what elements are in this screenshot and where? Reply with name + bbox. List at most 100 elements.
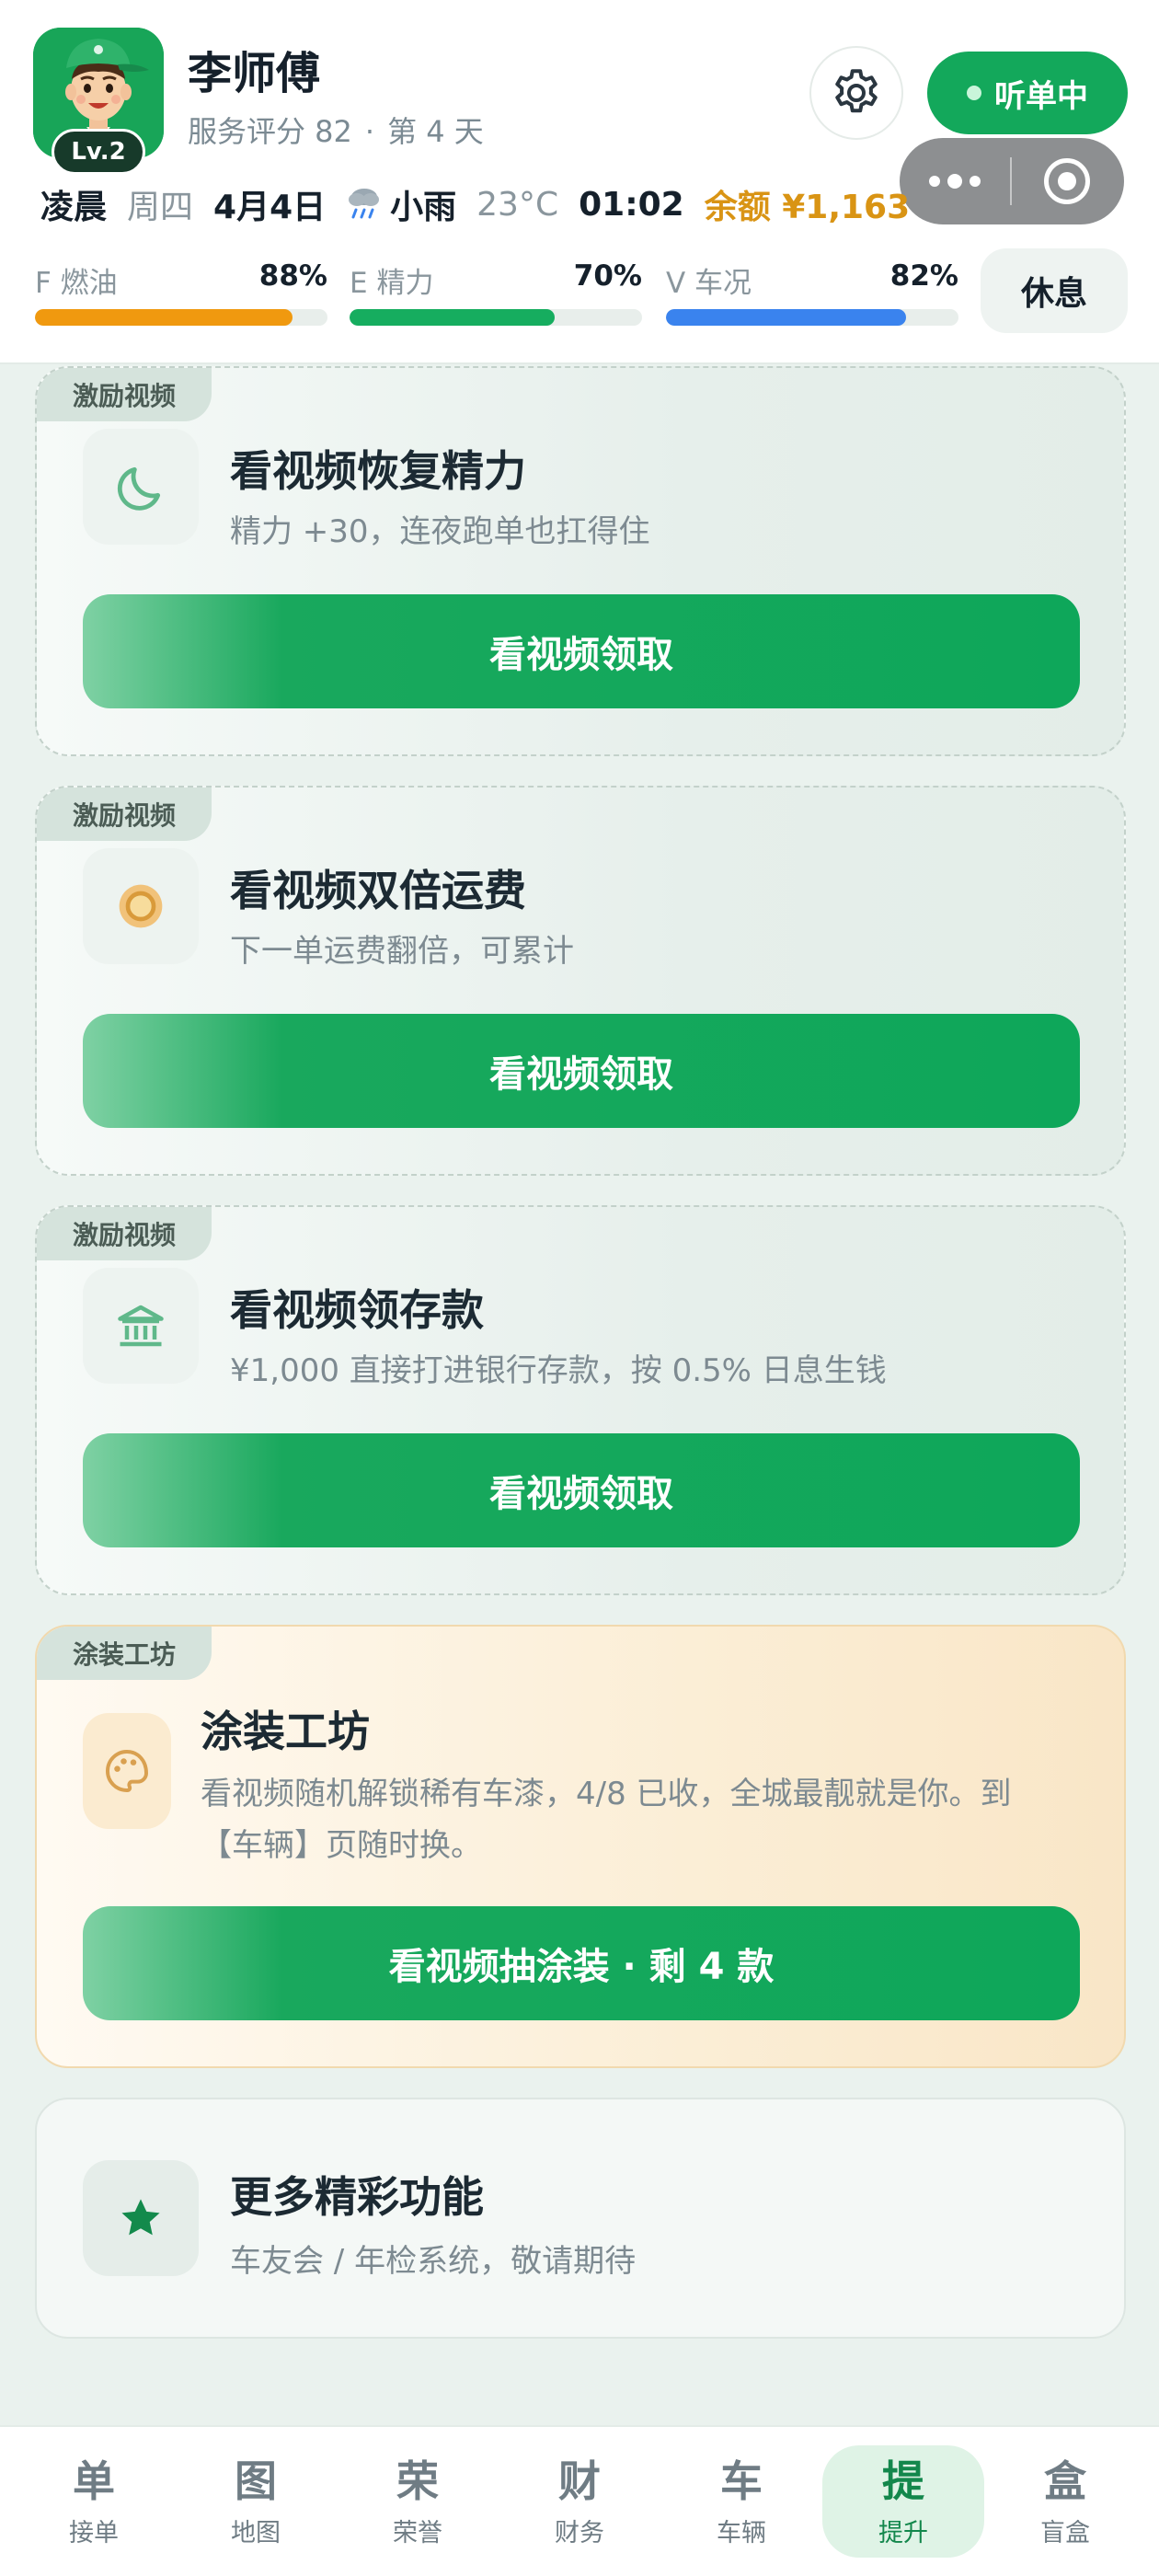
listening-status-button[interactable]: 听单中 xyxy=(927,52,1128,134)
card-title: 更多精彩功能 xyxy=(230,2172,484,2222)
dot-icon xyxy=(947,174,962,189)
map-icon: 图 xyxy=(235,2455,277,2506)
bottom-navigation: 单 接单 图 地图 荣 荣誉 财 财务 车 车辆 提 提升 盒 盲盒 xyxy=(0,2425,1159,2576)
clock-time: 01:02 xyxy=(579,185,684,224)
stat-label: E 精力 xyxy=(350,267,434,300)
card-icon-box xyxy=(83,2160,199,2276)
nav-item-vehicle[interactable]: 车 车辆 xyxy=(660,2445,822,2558)
dot-icon xyxy=(970,176,981,187)
nav-label: 地图 xyxy=(231,2518,281,2547)
nav-label: 车辆 xyxy=(717,2518,766,2547)
card-title: 看视频双倍运费 xyxy=(230,866,526,915)
card-title: 涂装工坊 xyxy=(201,1707,370,1756)
vehicle-stat: V 车况 82% xyxy=(666,259,958,333)
watch-video-claim-button[interactable]: 看视频领取 xyxy=(83,594,1080,708)
paint-workshop-card: 涂装工坊 涂装工坊 看视频随机解锁稀有车漆，4/8 已收，全城最靓就是你。到 【… xyxy=(35,1625,1126,2068)
date: 4月4日 xyxy=(213,189,327,226)
stat-label: V 车况 xyxy=(666,267,752,300)
avatar[interactable]: Lv.2 xyxy=(33,28,164,175)
driver-meta: 服务评分 82 · 第 4 天 xyxy=(188,109,484,151)
time-period: 凌晨 xyxy=(40,189,108,226)
temperature: 23°C xyxy=(476,185,559,224)
energy-progress-bar xyxy=(350,309,642,326)
settings-button[interactable] xyxy=(809,46,903,140)
card-description: 精力 +30，连夜跑单也扛得住 xyxy=(230,513,650,550)
card-description: 下一单运费翻倍，可累计 xyxy=(230,933,574,970)
bank-icon xyxy=(118,1305,164,1347)
gear-icon xyxy=(835,69,878,113)
live-dot-icon xyxy=(967,86,981,100)
moon-icon xyxy=(117,466,161,511)
nav-item-finance[interactable]: 财 财务 xyxy=(499,2445,660,2558)
reward-card-deposit: 激励视频 看视频领存款 ¥1,000 直接打进银行存款，按 0.5% 日息生钱 … xyxy=(35,1205,1126,1595)
card-tag: 涂装工坊 xyxy=(37,1627,212,1680)
watch-video-paint-button[interactable]: 看视频抽涂装 · 剩 4 款 xyxy=(83,1906,1080,2020)
fuel-stat: F 燃油 88% xyxy=(35,259,327,333)
card-tag: 激励视频 xyxy=(37,368,212,421)
stat-value: 70% xyxy=(573,259,642,293)
nav-label: 提升 xyxy=(878,2518,928,2547)
card-tag: 激励视频 xyxy=(37,788,212,841)
more-features-card[interactable]: 更多精彩功能 车友会 / 年检系统，敬请期待 xyxy=(35,2098,1126,2339)
nav-item-upgrade[interactable]: 提 提升 xyxy=(822,2445,984,2558)
watch-video-claim-button[interactable]: 看视频领取 xyxy=(83,1433,1080,1547)
card-icon-box xyxy=(83,1713,171,1829)
palette-icon xyxy=(106,1750,148,1792)
vehicle-icon: 车 xyxy=(720,2455,763,2506)
card-description-line: 【车辆】页随时换。 xyxy=(201,1827,482,1864)
nav-item-blindbox[interactable]: 盒 盲盒 xyxy=(984,2445,1146,2558)
orders-icon: 单 xyxy=(73,2455,115,2506)
header: Lv.2 李师傅 服务评分 82 · 第 4 天 听单中 凌晨 周四 4月4日 xyxy=(0,0,1159,364)
service-score: 服务评分 82 xyxy=(188,114,352,149)
star-icon xyxy=(121,2199,160,2236)
nav-label: 接单 xyxy=(69,2518,119,2547)
nav-label: 财务 xyxy=(555,2518,604,2547)
target-circle-icon xyxy=(1044,158,1090,204)
stat-value: 88% xyxy=(258,259,327,293)
balance: 余额 ¥1,163 xyxy=(704,189,911,226)
card-title: 看视频恢复精力 xyxy=(230,446,526,496)
meta-separator: · xyxy=(364,114,375,149)
nav-label: 荣誉 xyxy=(393,2518,442,2547)
card-description: 看视频随机解锁稀有车漆，4/8 已收，全城最靓就是你。到 【车辆】页随时换。 xyxy=(201,1768,1102,1871)
coin-icon xyxy=(119,884,163,928)
card-description: ¥1,000 直接打进银行存款，按 0.5% 日息生钱 xyxy=(230,1352,887,1389)
card-icon-box xyxy=(83,1268,199,1384)
upgrade-icon: 提 xyxy=(882,2455,924,2506)
nav-label: 盲盒 xyxy=(1040,2518,1090,2547)
card-tag: 激励视频 xyxy=(37,1207,212,1260)
listening-label: 听单中 xyxy=(994,77,1088,115)
nav-item-orders[interactable]: 单 接单 xyxy=(13,2445,175,2558)
day-count: 第 4 天 xyxy=(387,114,484,149)
energy-progress-fill xyxy=(350,309,555,326)
card-description-line: 看视频随机解锁稀有车漆，4/8 已收，全城最靓就是你。到 xyxy=(201,1776,1012,1812)
fuel-progress-fill xyxy=(35,309,293,326)
nav-item-honor[interactable]: 荣 荣誉 xyxy=(337,2445,499,2558)
vehicle-progress-bar xyxy=(666,309,958,326)
vehicle-progress-fill xyxy=(666,309,906,326)
close-miniprogram-button[interactable] xyxy=(1012,138,1122,224)
dot-icon xyxy=(929,176,940,187)
nav-item-map[interactable]: 图 地图 xyxy=(175,2445,337,2558)
driver-name: 李师傅 xyxy=(188,48,321,99)
weekday: 周四 xyxy=(127,189,194,226)
level-badge: Lv.2 xyxy=(52,129,145,175)
card-description: 车友会 / 年检系统，敬请期待 xyxy=(230,2243,637,2280)
energy-stat: E 精力 70% xyxy=(350,259,642,333)
blindbox-icon: 盒 xyxy=(1044,2455,1086,2506)
reward-card-double-fare: 激励视频 看视频双倍运费 下一单运费翻倍，可累计 看视频领取 xyxy=(35,786,1126,1176)
stat-value: 82% xyxy=(889,259,958,293)
card-icon-box xyxy=(83,429,199,545)
rest-button[interactable]: 休息 xyxy=(981,248,1128,333)
more-options-button[interactable] xyxy=(900,138,1010,224)
watch-video-claim-button[interactable]: 看视频领取 xyxy=(83,1014,1080,1128)
weather: 小雨 xyxy=(390,189,457,226)
card-icon-box xyxy=(83,848,199,964)
stat-label: F 燃油 xyxy=(35,267,118,300)
fuel-progress-bar xyxy=(35,309,327,326)
finance-icon: 财 xyxy=(558,2455,601,2506)
card-title: 看视频领存款 xyxy=(230,1285,484,1335)
reward-card-energy: 激励视频 看视频恢复精力 精力 +30，连夜跑单也扛得住 看视频领取 xyxy=(35,366,1126,756)
rain-cloud-icon xyxy=(349,189,380,219)
miniprogram-capsule xyxy=(900,138,1124,224)
